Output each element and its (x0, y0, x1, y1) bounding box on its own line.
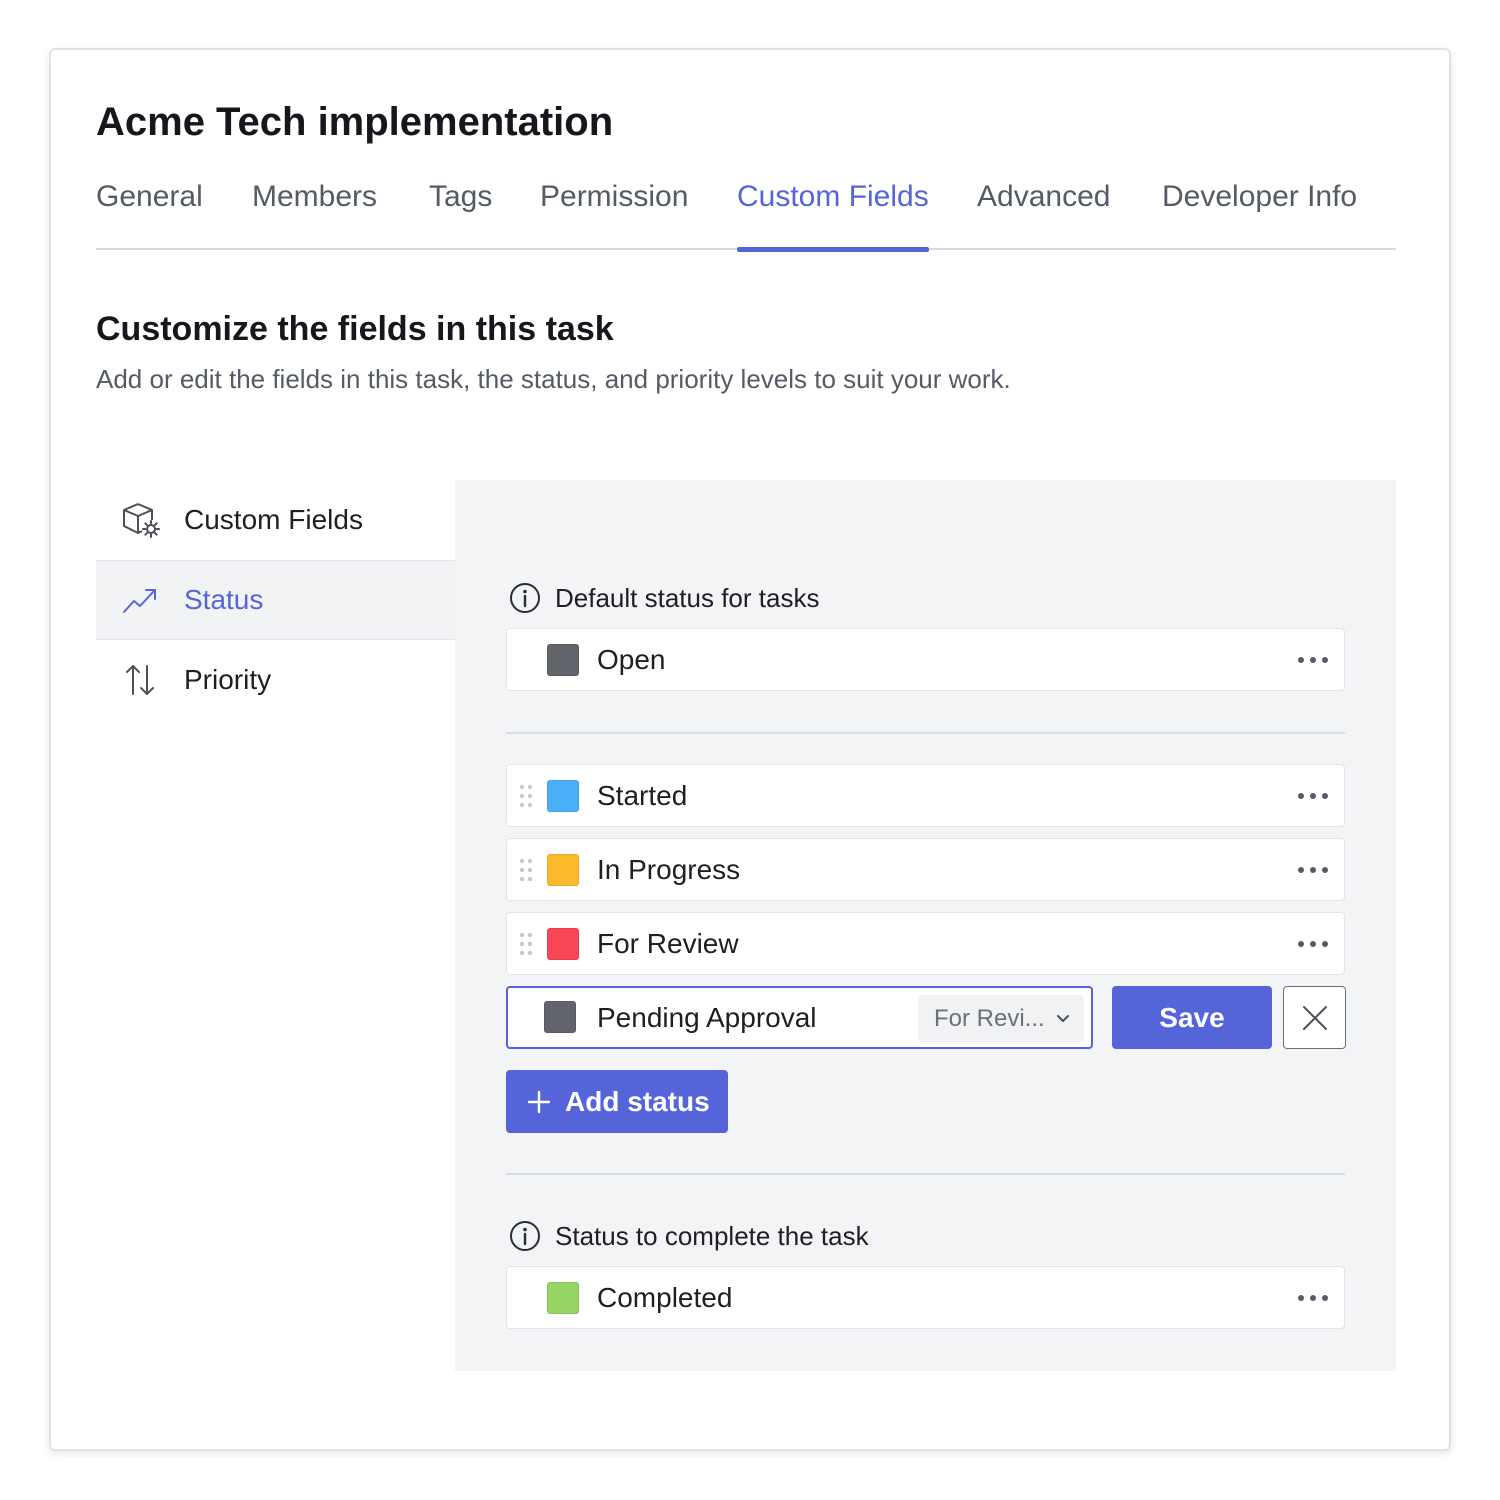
save-button[interactable]: Save (1112, 986, 1272, 1049)
side-nav-item-priority[interactable]: Priority (96, 640, 455, 720)
info-icon (509, 582, 541, 614)
status-edit-field[interactable]: Pending Approval For Revi... (506, 986, 1093, 1049)
status-row-default: Open (506, 628, 1345, 691)
divider (506, 732, 1345, 734)
status-row-label: Completed (597, 1282, 733, 1313)
status-row: For Review (506, 912, 1345, 975)
status-row: Started (506, 764, 1345, 827)
status-color-swatch (547, 644, 579, 676)
tab-advanced[interactable]: Advanced (977, 178, 1110, 250)
status-row-complete: Completed (506, 1266, 1345, 1329)
cancel-edit-button[interactable] (1283, 986, 1346, 1049)
page-title: Acme Tech implementation (96, 100, 614, 144)
info-icon (509, 1220, 541, 1252)
settings-card: Acme Tech implementation General Members… (49, 48, 1451, 1451)
trend-up-icon (96, 584, 184, 616)
cube-gear-icon (96, 500, 184, 540)
status-row-label: In Progress (597, 854, 741, 885)
status-row-label: Started (597, 780, 688, 811)
status-color-picker[interactable] (544, 1001, 576, 1033)
add-status-button[interactable]: Add status (506, 1070, 728, 1133)
tab-general[interactable]: General (96, 178, 203, 250)
add-status-label: Add status (565, 1085, 710, 1117)
side-nav: Custom Fields Status Priority (96, 480, 455, 720)
status-panel: Default status for tasks Open Started In… (455, 480, 1396, 1371)
status-color-swatch (547, 928, 579, 960)
tab-tags[interactable]: Tags (429, 178, 492, 250)
status-row-label: Open (597, 644, 666, 675)
default-status-label: Default status for tasks (555, 582, 820, 613)
side-nav-item-custom-fields[interactable]: Custom Fields (96, 480, 455, 560)
side-nav-label: Custom Fields (184, 504, 363, 535)
status-color-swatch (547, 854, 579, 886)
drag-handle-icon[interactable] (519, 784, 533, 808)
complete-status-heading: Status to complete the task (509, 1220, 869, 1252)
more-options-icon[interactable] (1298, 1288, 1328, 1308)
status-color-swatch (547, 780, 579, 812)
side-nav-label: Priority (184, 664, 272, 695)
drag-handle-icon[interactable] (519, 858, 533, 882)
section-description: Add or edit the fields in this task, the… (96, 364, 1011, 394)
plus-icon (527, 1090, 551, 1114)
tab-custom-fields[interactable]: Custom Fields (737, 178, 929, 252)
status-row: In Progress (506, 838, 1345, 901)
more-options-icon[interactable] (1298, 860, 1328, 880)
status-name-input[interactable]: Pending Approval (597, 988, 817, 1047)
more-options-icon[interactable] (1298, 650, 1328, 670)
more-options-icon[interactable] (1298, 786, 1328, 806)
tab-members[interactable]: Members (252, 178, 377, 250)
drag-handle-icon[interactable] (519, 932, 533, 956)
complete-status-label: Status to complete the task (555, 1220, 869, 1251)
position-after-value: For Revi... (934, 1005, 1045, 1032)
tab-bar: General Members Tags Permission Custom F… (96, 178, 1396, 252)
close-icon (1302, 1005, 1328, 1031)
chevron-down-icon (1056, 1011, 1070, 1025)
more-options-icon[interactable] (1298, 934, 1328, 954)
sort-arrows-icon (96, 662, 184, 698)
status-row-label: For Review (597, 928, 739, 959)
divider (506, 1173, 1345, 1175)
tab-developer-info[interactable]: Developer Info (1162, 178, 1357, 250)
side-nav-label: Status (184, 584, 264, 615)
position-after-select[interactable]: For Revi... (918, 995, 1084, 1042)
status-color-swatch (547, 1282, 579, 1314)
section-title: Customize the fields in this task (96, 310, 614, 348)
tab-permission[interactable]: Permission (540, 178, 688, 250)
default-status-heading: Default status for tasks (509, 582, 819, 614)
side-nav-item-status[interactable]: Status (96, 560, 455, 640)
